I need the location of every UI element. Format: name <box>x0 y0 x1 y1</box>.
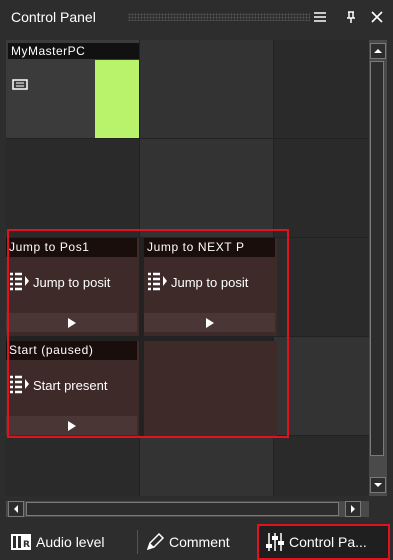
arrow-up-icon <box>374 49 382 53</box>
panel-titlebar: Control Panel <box>0 0 393 34</box>
play-icon <box>205 317 214 328</box>
horizontal-scrollbar[interactable] <box>6 501 369 517</box>
tab-label: Comment <box>169 534 230 550</box>
scroll-left-button[interactable] <box>8 501 24 517</box>
pin-icon[interactable] <box>341 7 361 27</box>
monitor-icon <box>12 78 28 96</box>
panel-title: Control Panel <box>11 9 96 25</box>
action-tile-start[interactable]: Start (paused) Start present <box>6 341 139 436</box>
grid-cell <box>140 40 273 138</box>
svg-text:R: R <box>23 540 30 550</box>
master-pc-tile[interactable]: MyMasterPC <box>6 40 139 138</box>
grid-cell <box>274 139 369 237</box>
grid-cell <box>6 436 139 496</box>
grid-cell <box>140 139 273 237</box>
play-button[interactable] <box>144 313 275 332</box>
grid-cell <box>274 436 369 496</box>
close-icon[interactable] <box>367 7 387 27</box>
status-indicator <box>95 60 139 138</box>
empty-tile[interactable] <box>144 341 277 436</box>
arrow-down-icon <box>374 483 382 487</box>
action-description: Jump to posit <box>33 274 111 290</box>
master-pc-name: MyMasterPC <box>8 43 139 59</box>
action-description: Start present <box>33 377 108 393</box>
action-title: Jump to NEXT P <box>144 238 275 257</box>
play-icon <box>67 420 76 431</box>
menu-icon[interactable] <box>310 7 330 27</box>
action-title: Jump to Pos1 <box>6 238 137 257</box>
grid-cell <box>274 238 369 336</box>
scroll-up-button[interactable] <box>370 43 386 59</box>
horizontal-scroll-thumb[interactable] <box>26 502 339 516</box>
vertical-scroll-thumb[interactable] <box>370 61 384 456</box>
mixer-icon <box>266 533 284 551</box>
tab-label: Control Pa... <box>289 534 367 550</box>
bottom-tabs: R Audio level Comment Control Pa... <box>0 524 393 560</box>
tab-comment[interactable]: Comment <box>145 524 230 560</box>
grid-cell <box>140 436 273 496</box>
vertical-scrollbar[interactable] <box>369 40 387 496</box>
action-description: Jump to posit <box>171 274 249 290</box>
tab-label: Audio level <box>36 534 105 550</box>
play-button[interactable] <box>6 416 137 435</box>
grid-cell <box>6 139 139 237</box>
arrow-left-icon <box>14 505 18 513</box>
action-title: Start (paused) <box>6 341 137 360</box>
list-icon <box>146 272 171 292</box>
action-tile-jump-pos1[interactable]: Jump to Pos1 Jump to posit <box>6 238 139 336</box>
action-tile-jump-next[interactable]: Jump to NEXT P Jump to posit <box>144 238 277 336</box>
arrow-right-icon <box>351 505 355 513</box>
tab-divider <box>137 530 138 554</box>
list-icon <box>8 272 33 292</box>
tab-control-panel[interactable]: Control Pa... <box>257 524 390 560</box>
scroll-right-button[interactable] <box>345 501 361 517</box>
list-icon <box>8 375 33 395</box>
control-grid: MyMasterPC Jump to Pos1 Jump to posit Ju… <box>6 40 369 496</box>
tab-audio-level[interactable]: R Audio level <box>10 524 105 560</box>
scroll-down-button[interactable] <box>370 477 386 493</box>
grid-cell <box>274 40 369 138</box>
play-button[interactable] <box>6 313 137 332</box>
audio-level-icon: R <box>11 534 31 550</box>
grid-cell <box>274 337 369 435</box>
pen-icon <box>146 532 165 551</box>
play-icon <box>67 317 76 328</box>
drag-grip[interactable] <box>128 13 310 21</box>
